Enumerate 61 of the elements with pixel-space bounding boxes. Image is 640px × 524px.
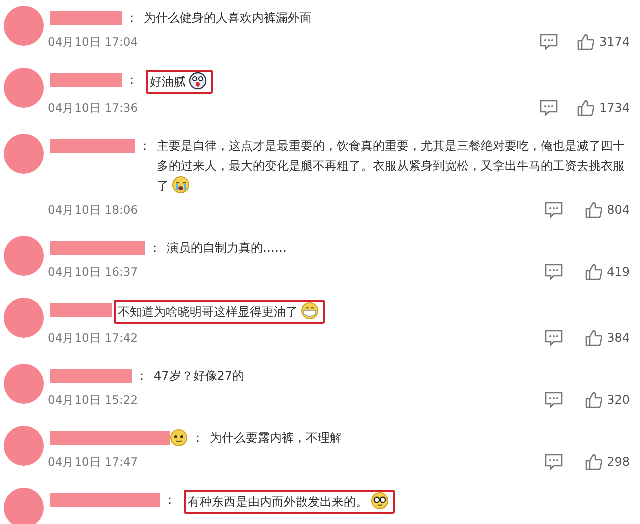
avatar[interactable] — [4, 298, 44, 338]
timestamp: 04月10日 17:42 — [48, 330, 138, 346]
thumbs-up-icon — [585, 329, 604, 347]
timestamp: 04月10日 17:36 — [48, 100, 138, 116]
thumbs-up-icon — [585, 201, 604, 219]
timestamp: 04月10日 17:47 — [48, 454, 138, 470]
comment-text: 演员的自制力真的…… — [167, 241, 287, 255]
redacted-name — [50, 11, 122, 25]
reply-button[interactable] — [544, 201, 564, 219]
avatar[interactable] — [4, 134, 44, 174]
comment-text: 好油腻 — [150, 75, 207, 89]
colon: ： — [126, 72, 138, 89]
redacted-name — [50, 303, 112, 317]
colon: ： — [192, 430, 204, 447]
comment-text: 为什么要露内裤，不理解 — [210, 431, 342, 445]
comment-text: 主要是自律，这点才是最重要的，饮食真的重要，尤其是三餐绝对要吃，俺也是减了四十多的过来人，最大的变化是腿不再粗了。衣服从紧身到宽松，又拿出牛马的工资去挑衣服了 — [157, 139, 625, 193]
colon: ： — [126, 10, 138, 27]
comment-text: 47岁？好像27的 — [154, 369, 245, 383]
avatar[interactable] — [4, 236, 44, 276]
comment-icon — [544, 201, 564, 219]
like-button[interactable]: 384 — [582, 329, 630, 347]
like-button[interactable]: 419 — [582, 263, 630, 281]
like-button[interactable]: 320 — [582, 391, 630, 409]
comment-icon — [544, 391, 564, 409]
like-button[interactable]: 804 — [582, 201, 630, 219]
comment-icon — [544, 453, 564, 471]
timestamp: 04月10日 18:06 — [48, 202, 138, 218]
colon: ： — [136, 368, 148, 385]
thumbs-up-icon — [577, 33, 596, 51]
reply-button[interactable] — [539, 99, 560, 117]
redacted-name — [50, 73, 122, 87]
reply-button[interactable] — [544, 453, 564, 471]
avatar[interactable] — [4, 364, 44, 404]
comment-icon — [544, 263, 564, 281]
colon: ： — [164, 492, 176, 509]
timestamp: 04月10日 16:37 — [48, 264, 138, 280]
colon: ： — [139, 138, 151, 155]
timestamp: 04月10日 17:04 — [48, 34, 138, 50]
like-button[interactable]: 1734 — [577, 99, 630, 117]
reply-button[interactable] — [544, 263, 564, 281]
comment-text: 不知道为啥晓明哥这样显得更油了 — [118, 305, 319, 319]
thumbs-up-icon — [585, 453, 604, 471]
comment-icon — [539, 99, 560, 117]
reply-button[interactable] — [544, 329, 564, 347]
avatar[interactable] — [4, 68, 44, 108]
colon: ： — [149, 240, 161, 257]
thumbs-up-icon — [585, 263, 604, 281]
thumbs-up-icon — [585, 391, 604, 409]
comment-text: 为什么健身的人喜欢内裤漏外面 — [144, 11, 312, 25]
comment-icon — [539, 33, 560, 51]
comment-text: 有种东西是由内而外散发出来的。 — [188, 495, 389, 509]
avatar[interactable] — [4, 488, 44, 524]
avatar[interactable] — [4, 6, 44, 46]
like-button[interactable]: 298 — [582, 453, 630, 471]
reply-button[interactable] — [539, 33, 560, 51]
timestamp: 04月10日 15:22 — [48, 392, 138, 408]
avatar[interactable] — [4, 426, 44, 466]
like-button[interactable]: 3174 — [577, 33, 630, 51]
reply-button[interactable] — [544, 391, 564, 409]
thumbs-up-icon — [577, 99, 596, 117]
comment-icon — [544, 329, 564, 347]
